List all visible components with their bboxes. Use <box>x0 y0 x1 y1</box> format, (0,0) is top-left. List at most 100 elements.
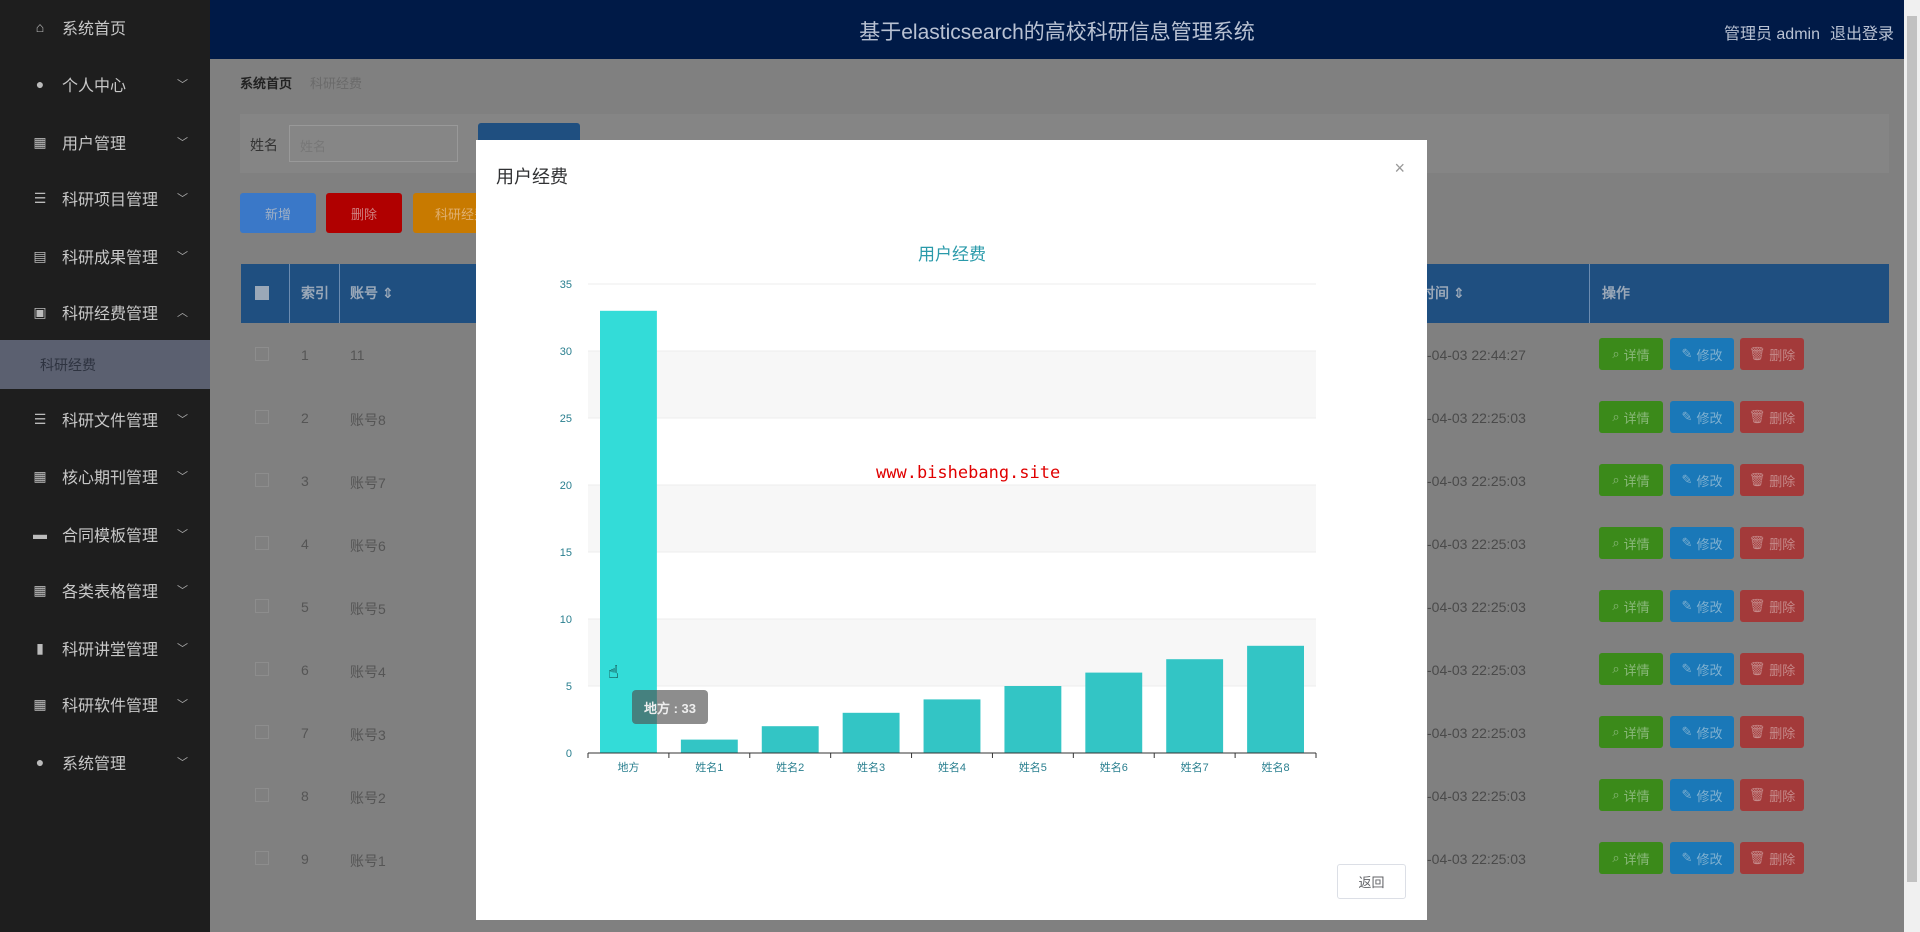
sidebar-item[interactable]: ▦ 用户管理 ﹀ <box>0 117 210 167</box>
logout-link[interactable]: 退出登录 <box>1830 26 1894 43</box>
row-account: 账号1 <box>350 853 386 869</box>
detail-button[interactable]: ⌕ 详情 <box>1599 338 1663 370</box>
user-icon: ● <box>35 76 45 92</box>
trash-icon: 🗑 <box>1748 850 1766 865</box>
row-delete-button[interactable]: 🗑 删除 <box>1740 338 1804 370</box>
name-search-input[interactable]: 姓名 <box>289 125 458 162</box>
edit-label: 修改 <box>1696 599 1723 615</box>
edit-label: 修改 <box>1696 536 1723 552</box>
trash-icon: 🗑 <box>1748 661 1766 676</box>
bar <box>1085 672 1143 753</box>
delete-label: 删除 <box>1769 788 1796 804</box>
user-label: 管理员 admin <box>1723 26 1820 43</box>
row-time: -04-03 22:25:03 <box>1427 473 1526 489</box>
header-time[interactable]: 时间 ⇕ <box>1411 264 1590 323</box>
row-time: -04-03 22:25:03 <box>1427 788 1526 804</box>
row-delete-button[interactable]: 🗑 删除 <box>1740 653 1804 685</box>
y-tick-label: 25 <box>560 413 572 425</box>
row-time: -04-03 22:25:03 <box>1427 725 1526 741</box>
grid-icon: ▦ <box>33 581 47 598</box>
detail-button[interactable]: ⌕ 详情 <box>1599 527 1663 559</box>
edit-button[interactable]: ✎ 修改 <box>1670 338 1734 370</box>
add-button[interactable]: 新增 <box>240 193 316 233</box>
header-index: 索引 <box>290 264 340 323</box>
back-button[interactable]: 返回 <box>1337 864 1406 899</box>
sidebar-item[interactable]: ● 个人中心 ﹀ <box>0 59 210 109</box>
breadcrumb-home[interactable]: 系统首页 <box>240 76 292 91</box>
sidebar-item[interactable]: ▦ 科研软件管理 ﹀ <box>0 679 210 729</box>
chevron-icon: ﹀ <box>177 643 188 655</box>
row-checkbox[interactable] <box>255 347 269 361</box>
row-account: 账号4 <box>350 664 386 680</box>
pencil-icon: ✎ <box>1681 472 1693 487</box>
row-checkbox[interactable] <box>255 725 269 739</box>
scrollbar[interactable] <box>1904 0 1920 932</box>
edit-button[interactable]: ✎ 修改 <box>1670 716 1734 748</box>
sidebar-item[interactable]: ☰ 科研文件管理 ﹀ <box>0 394 210 444</box>
sidebar-subitem-research-funds[interactable]: 科研经费 <box>0 340 210 389</box>
detail-button[interactable]: ⌕ 详情 <box>1599 653 1663 685</box>
sidebar-item-label: 科研经费管理 <box>62 306 159 323</box>
sidebar-item[interactable]: ▣ 科研经费管理 ︿ <box>0 287 210 337</box>
row-delete-button[interactable]: 🗑 删除 <box>1740 842 1804 874</box>
row-checkbox[interactable] <box>255 662 269 676</box>
detail-label: 详情 <box>1623 725 1650 741</box>
search-icon: ⌕ <box>1612 850 1620 865</box>
sidebar-item[interactable]: ▤ 科研成果管理 ﹀ <box>0 231 210 281</box>
detail-label: 详情 <box>1623 410 1650 426</box>
row-checkbox[interactable] <box>255 536 269 550</box>
row-delete-button[interactable]: 🗑 删除 <box>1740 716 1804 748</box>
row-index: 3 <box>301 473 309 489</box>
detail-button[interactable]: ⌕ 详情 <box>1599 590 1663 622</box>
trash-icon: 🗑 <box>1748 787 1766 802</box>
list-icon: ☰ <box>33 189 47 206</box>
sidebar-item-label: 科研文件管理 <box>62 413 159 430</box>
row-delete-button[interactable]: 🗑 删除 <box>1740 779 1804 811</box>
detail-button[interactable]: ⌕ 详情 <box>1599 842 1663 874</box>
sidebar-item[interactable]: ▦ 各类表格管理 ﹀ <box>0 565 210 615</box>
search-icon: ⌕ <box>1612 409 1620 424</box>
watermark: www.bishebang.site <box>876 463 1061 483</box>
header: 基于elasticsearch的高校科研信息管理系统 管理员 admin 退出登录 <box>210 0 1904 59</box>
detail-button[interactable]: ⌕ 详情 <box>1599 401 1663 433</box>
row-account: 账号6 <box>350 538 386 554</box>
row-delete-button[interactable]: 🗑 删除 <box>1740 527 1804 559</box>
delete-button[interactable]: 删除 <box>326 193 402 233</box>
detail-button[interactable]: ⌕ 详情 <box>1599 779 1663 811</box>
row-delete-button[interactable]: 🗑 删除 <box>1740 401 1804 433</box>
select-all-checkbox[interactable] <box>255 286 269 300</box>
bar <box>600 310 657 753</box>
sidebar-item[interactable]: ☰ 科研项目管理 ﹀ <box>0 173 210 223</box>
row-delete-button[interactable]: 🗑 删除 <box>1740 590 1804 622</box>
sidebar-item-label: 合同模板管理 <box>62 528 159 545</box>
sidebar-item[interactable]: ▦ 核心期刊管理 ﹀ <box>0 451 210 501</box>
row-checkbox[interactable] <box>255 788 269 802</box>
sidebar-item[interactable]: ⌂ 系统首页 <box>0 2 210 52</box>
edit-button[interactable]: ✎ 修改 <box>1670 401 1734 433</box>
y-tick-label: 10 <box>560 614 572 626</box>
sidebar-item[interactable]: ▬ 合同模板管理 ﹀ <box>0 509 210 559</box>
detail-label: 详情 <box>1623 599 1650 615</box>
scrollbar-thumb[interactable] <box>1907 16 1917 882</box>
edit-button[interactable]: ✎ 修改 <box>1670 842 1734 874</box>
edit-button[interactable]: ✎ 修改 <box>1670 779 1734 811</box>
sidebar-item[interactable]: ● 系统管理 ﹀ <box>0 737 210 787</box>
chevron-icon: ﹀ <box>177 137 188 149</box>
edit-button[interactable]: ✎ 修改 <box>1670 527 1734 559</box>
x-tick-label: 姓名3 <box>857 760 885 774</box>
row-checkbox[interactable] <box>255 473 269 487</box>
row-index: 9 <box>301 851 309 867</box>
edit-button[interactable]: ✎ 修改 <box>1670 590 1734 622</box>
row-checkbox[interactable] <box>255 410 269 424</box>
chart-modal: 用户经费 × 用户经费 0 5 10 15 20 25 30 35 地方 姓名1 姓名2 姓名3 姓名4 姓… <box>476 140 1427 920</box>
row-delete-button[interactable]: 🗑 删除 <box>1740 464 1804 496</box>
edit-button[interactable]: ✎ 修改 <box>1670 464 1734 496</box>
row-checkbox[interactable] <box>255 851 269 865</box>
chart-title: 用户经费 <box>918 245 986 264</box>
delete-label: 删除 <box>1769 851 1796 867</box>
detail-button[interactable]: ⌕ 详情 <box>1599 464 1663 496</box>
detail-button[interactable]: ⌕ 详情 <box>1599 716 1663 748</box>
row-checkbox[interactable] <box>255 599 269 613</box>
sidebar-item[interactable]: ▮ 科研讲堂管理 ﹀ <box>0 623 210 673</box>
edit-button[interactable]: ✎ 修改 <box>1670 653 1734 685</box>
